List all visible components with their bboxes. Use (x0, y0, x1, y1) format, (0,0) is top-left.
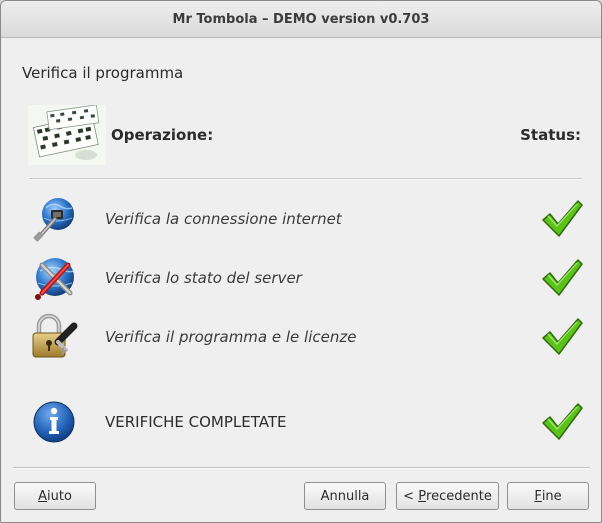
title-bar[interactable]: Mr Tombola – DEMO version v0.703 (1, 1, 601, 38)
bingo-cards-image (28, 105, 106, 165)
finish-button[interactable]: Fine (507, 482, 589, 510)
footer-separator (13, 467, 590, 469)
check-label-license: Verifica il programma e le licenze (105, 328, 357, 346)
cancel-button[interactable]: Annulla (304, 482, 386, 510)
status-column-label: Status: (520, 126, 581, 144)
globe-tools-icon (35, 258, 75, 300)
padlock-key-icon (32, 313, 78, 358)
previous-button[interactable]: < Precedente (396, 482, 499, 510)
operation-column-label: Operazione: (111, 126, 214, 144)
check-ok-icon (542, 200, 583, 237)
wizard-window: Mr Tombola – DEMO version v0.703 Verific… (0, 0, 602, 523)
window-title: Mr Tombola – DEMO version v0.703 (172, 11, 430, 27)
check-row-server: Verifica lo stato del server (28, 253, 584, 303)
header-row: Operazione: Status: (28, 105, 584, 167)
globe-network-icon (33, 198, 74, 242)
header-separator (29, 178, 582, 180)
check-label-server: Verifica lo stato del server (105, 269, 302, 287)
check-ok-icon (542, 403, 583, 440)
check-ok-icon (542, 318, 583, 355)
check-label-internet: Verifica la connessione internet (105, 210, 342, 228)
info-icon (33, 401, 75, 443)
check-ok-icon (542, 259, 583, 296)
page-heading: Verifica il programma (22, 64, 184, 82)
help-button[interactable]: Aiuto (14, 482, 96, 510)
check-row-internet: Verifica la connessione internet (28, 194, 584, 244)
summary-label: VERIFICHE COMPLETATE (105, 413, 287, 431)
check-row-license: Verifica il programma e le licenze (28, 312, 584, 362)
summary-row: VERIFICHE COMPLETATE (28, 397, 584, 447)
